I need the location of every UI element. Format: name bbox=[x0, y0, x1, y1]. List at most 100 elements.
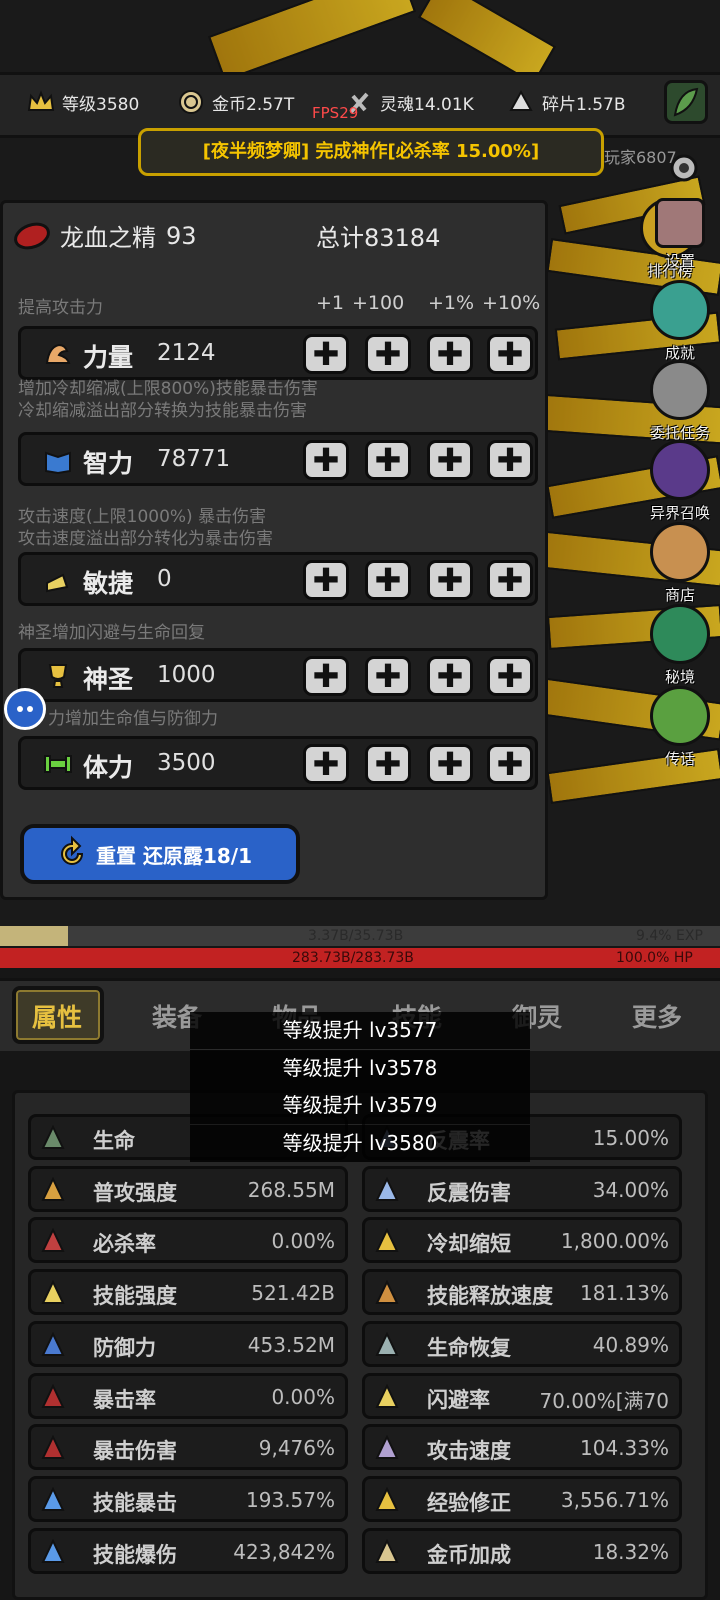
stat-name: 反震伤害 bbox=[427, 1180, 511, 1205]
side-item-shop[interactable]: 商店 bbox=[630, 522, 720, 605]
side-item-quest[interactable]: 委托任务 bbox=[630, 360, 720, 443]
add-1pct-button[interactable]: ✚ bbox=[427, 656, 473, 696]
header-plus100: +100 bbox=[352, 292, 405, 314]
crown-icon bbox=[26, 87, 56, 117]
add-1-button[interactable]: ✚ bbox=[303, 560, 349, 600]
skill-burst-icon bbox=[39, 1538, 67, 1566]
crit-damage-icon bbox=[39, 1434, 67, 1462]
add-10pct-button[interactable]: ✚ bbox=[487, 334, 533, 374]
side-item-achievement[interactable]: 成就 bbox=[630, 280, 720, 363]
stat-value: 18.32% bbox=[592, 1539, 669, 1564]
reset-button[interactable]: 重置 还原露18/1 bbox=[20, 824, 300, 884]
stat-value: 0.00% bbox=[271, 1384, 335, 1409]
gold-text: 金币2.57T bbox=[212, 94, 295, 115]
add-10pct-button[interactable]: ✚ bbox=[487, 744, 533, 784]
attack-icon bbox=[39, 1176, 67, 1204]
stat-value: 181.13% bbox=[580, 1281, 669, 1306]
tab-more[interactable]: 更多 bbox=[632, 998, 682, 1034]
side-item-settings[interactable]: 设置 bbox=[630, 198, 720, 271]
chat-bubble-button[interactable] bbox=[4, 688, 46, 730]
battle-effect bbox=[207, 0, 417, 82]
exp-percent: 9.4% EXP bbox=[636, 928, 703, 944]
stat-value: 268.55M bbox=[247, 1177, 335, 1202]
header-plus10pct: +10% bbox=[482, 292, 541, 314]
stat-item: 技能强度 521.42B bbox=[28, 1269, 348, 1316]
stat-value: 15.00% bbox=[592, 1126, 669, 1150]
essence-total: 总计83184 bbox=[316, 224, 441, 252]
gear-icon[interactable] bbox=[664, 148, 704, 192]
horn-icon bbox=[650, 686, 710, 746]
add-100-button[interactable]: ✚ bbox=[365, 560, 411, 600]
add-100-button[interactable]: ✚ bbox=[365, 744, 411, 784]
smile-icon bbox=[17, 706, 33, 712]
agility-hint: 攻击速度(上限1000%) 暴击伤害 攻击速度溢出部分转化为暴击伤害 bbox=[18, 506, 273, 550]
regen-icon bbox=[373, 1331, 401, 1359]
side-item-secret-realm[interactable]: 秘境 bbox=[630, 604, 720, 687]
menu-leaf-button[interactable] bbox=[664, 80, 708, 124]
tab-attributes[interactable]: 属性 bbox=[32, 998, 82, 1034]
stat-name: 技能暴击 bbox=[93, 1490, 177, 1515]
attribute-row-stamina: 体力 3500 ✚ ✚ ✚ ✚ bbox=[18, 736, 538, 790]
holy-hint: 神圣增加闪避与生命回复 bbox=[18, 623, 205, 643]
stat-value: 34.00% bbox=[592, 1177, 669, 1202]
attribute-value: 2124 bbox=[157, 340, 216, 366]
add-100-button[interactable]: ✚ bbox=[365, 656, 411, 696]
level-up-toast: 等级提升 lv3579 bbox=[190, 1087, 530, 1124]
add-100-button[interactable]: ✚ bbox=[365, 440, 411, 480]
stat-name: 技能强度 bbox=[93, 1284, 177, 1309]
side-label: 设置 bbox=[664, 252, 695, 270]
add-1-button[interactable]: ✚ bbox=[303, 744, 349, 784]
attribute-name: 敏捷 bbox=[83, 569, 134, 598]
realm-icon bbox=[650, 604, 710, 664]
reset-icon bbox=[61, 835, 84, 865]
hp-percent: 100.0% HP bbox=[616, 950, 693, 966]
add-1pct-button[interactable]: ✚ bbox=[427, 744, 473, 784]
add-1pct-button[interactable]: ✚ bbox=[427, 440, 473, 480]
add-1-button[interactable]: ✚ bbox=[303, 334, 349, 374]
attribute-name: 力量 bbox=[83, 343, 134, 372]
stat-name: 生命恢复 bbox=[427, 1335, 511, 1360]
side-label: 传话 bbox=[664, 750, 695, 768]
stat-name: 必杀率 bbox=[93, 1232, 156, 1257]
side-item-message[interactable]: 传话 bbox=[630, 686, 720, 769]
bone-icon bbox=[44, 755, 72, 773]
quest-icon bbox=[650, 360, 710, 420]
stat-item: 暴击伤害 9,476% bbox=[28, 1424, 348, 1471]
add-10pct-button[interactable]: ✚ bbox=[487, 656, 533, 696]
stat-name: 暴击率 bbox=[93, 1387, 156, 1412]
intellect-hint: 增加冷却缩减(上限800%)技能暴击伤害 冷却缩减溢出部分转换为技能暴击伤害 bbox=[18, 378, 318, 422]
add-10pct-button[interactable]: ✚ bbox=[487, 560, 533, 600]
soul-text: 灵魂14.01K bbox=[380, 94, 474, 115]
stat-name: 暴击伤害 bbox=[93, 1439, 177, 1464]
attribute-row-intellect: 智力 78771 ✚ ✚ ✚ ✚ bbox=[18, 432, 538, 486]
skill-power-icon bbox=[39, 1279, 67, 1307]
settings-icon bbox=[655, 198, 705, 248]
add-1-button[interactable]: ✚ bbox=[303, 440, 349, 480]
add-1-button[interactable]: ✚ bbox=[303, 656, 349, 696]
crit-rate-icon bbox=[39, 1383, 67, 1411]
stat-item: 反震伤害 34.00% bbox=[362, 1165, 682, 1212]
hp-text: 283.73B/283.73B bbox=[292, 950, 414, 966]
hint-line: 攻击速度(上限1000%) 暴击伤害 bbox=[18, 507, 267, 527]
add-100-button[interactable]: ✚ bbox=[365, 334, 411, 374]
add-1pct-button[interactable]: ✚ bbox=[427, 334, 473, 374]
gold-bonus-icon bbox=[373, 1538, 401, 1566]
side-item-summon[interactable]: 异界召唤 bbox=[630, 440, 720, 523]
stat-value: 453.52M bbox=[247, 1332, 335, 1357]
attribute-value: 3500 bbox=[157, 750, 216, 776]
attribute-value: 78771 bbox=[157, 446, 231, 472]
book-icon bbox=[45, 451, 71, 475]
gold-resource: 金币2.57T bbox=[176, 86, 294, 118]
add-1pct-button[interactable]: ✚ bbox=[427, 560, 473, 600]
life-icon bbox=[39, 1124, 67, 1152]
stat-item: 经验修正 3,556.71% bbox=[362, 1475, 682, 1522]
add-10pct-button[interactable]: ✚ bbox=[487, 440, 533, 480]
stat-name: 普攻强度 bbox=[93, 1180, 177, 1205]
stat-item: 生命恢复 40.89% bbox=[362, 1320, 682, 1367]
exp-bar-fill bbox=[0, 926, 68, 946]
reset-label: 重置 还原露18/1 bbox=[96, 843, 253, 868]
fps-counter: FPS29 bbox=[312, 104, 359, 122]
stat-item: 必杀率 0.00% bbox=[28, 1217, 348, 1264]
exp-bonus-icon bbox=[373, 1486, 401, 1514]
hint-line: 增加冷却缩减(上限800%)技能暴击伤害 bbox=[18, 379, 318, 399]
